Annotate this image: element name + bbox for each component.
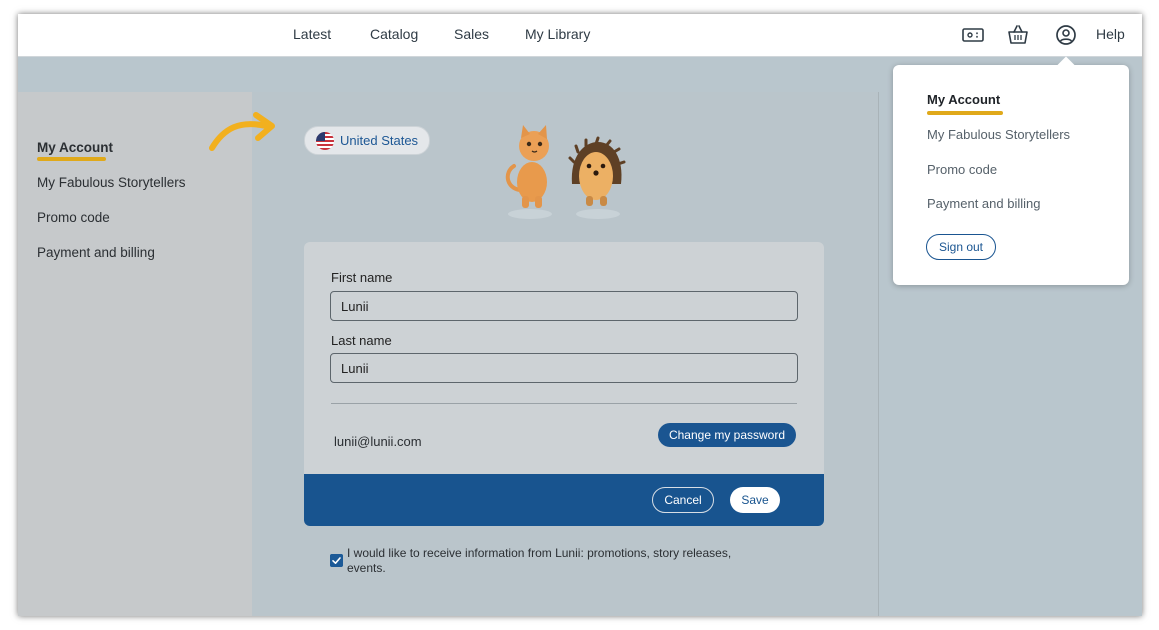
help-link[interactable]: Help — [1096, 26, 1125, 42]
pointer-arrow-icon — [209, 112, 275, 151]
profile-form-card: First name Last name lunii@lunii.com Cha… — [304, 242, 824, 526]
save-button[interactable]: Save — [730, 487, 780, 513]
form-footer: Cancel Save — [304, 474, 824, 526]
cancel-button[interactable]: Cancel — [652, 487, 714, 513]
change-password-button[interactable]: Change my password — [658, 423, 796, 447]
us-flag-icon — [316, 132, 334, 150]
mascot-illustration — [505, 125, 626, 219]
dropdown-item-promo-code[interactable]: Promo code — [927, 162, 997, 177]
gift-card-icon[interactable] — [961, 23, 985, 47]
dropdown-item-my-account[interactable]: My Account — [927, 92, 1000, 107]
email-address: lunii@lunii.com — [334, 434, 422, 449]
last-name-label: Last name — [331, 333, 392, 348]
app-window: Latest Catalog Sales My Library Help My … — [18, 14, 1142, 616]
sidebar-item-storytellers[interactable]: My Fabulous Storytellers — [37, 175, 186, 190]
sidebar-item-my-account[interactable]: My Account — [37, 140, 113, 155]
newsletter-checkbox[interactable] — [330, 554, 343, 567]
last-name-field[interactable] — [330, 353, 798, 383]
account-main-panel: United States First name Lunii Last name… — [209, 92, 879, 616]
active-indicator — [37, 157, 106, 161]
user-account-icon[interactable] — [1054, 23, 1078, 47]
dropdown-item-storytellers[interactable]: My Fabulous Storytellers — [927, 127, 1070, 142]
account-sidebar: My Account My Fabulous Storytellers Prom… — [18, 92, 252, 616]
nav-my-library[interactable]: My Library — [525, 26, 590, 42]
first-name-label: First name — [331, 270, 393, 285]
dropdown-item-payment-billing[interactable]: Payment and billing — [927, 196, 1040, 211]
country-label: United States — [340, 133, 419, 148]
dropdown-caret — [1057, 56, 1075, 74]
sidebar-item-payment-billing[interactable]: Payment and billing — [37, 245, 155, 260]
country-selector[interactable]: United States — [304, 126, 430, 155]
sidebar-item-promo-code[interactable]: Promo code — [37, 210, 110, 225]
dropdown-active-indicator — [927, 111, 1003, 115]
first-name-field[interactable] — [330, 291, 798, 321]
basket-icon[interactable] — [1006, 23, 1030, 47]
sign-out-button[interactable]: Sign out — [926, 234, 996, 260]
account-dropdown-menu: My Account My Fabulous Storytellers Prom… — [893, 56, 1129, 285]
nav-sales[interactable]: Sales — [454, 26, 489, 42]
top-navigation-bar: Latest Catalog Sales My Library Help — [18, 14, 1142, 57]
nav-latest[interactable]: Latest — [293, 26, 331, 42]
nav-catalog[interactable]: Catalog — [370, 26, 418, 42]
form-divider — [331, 403, 797, 404]
newsletter-label: I would like to receive information from… — [347, 546, 732, 575]
